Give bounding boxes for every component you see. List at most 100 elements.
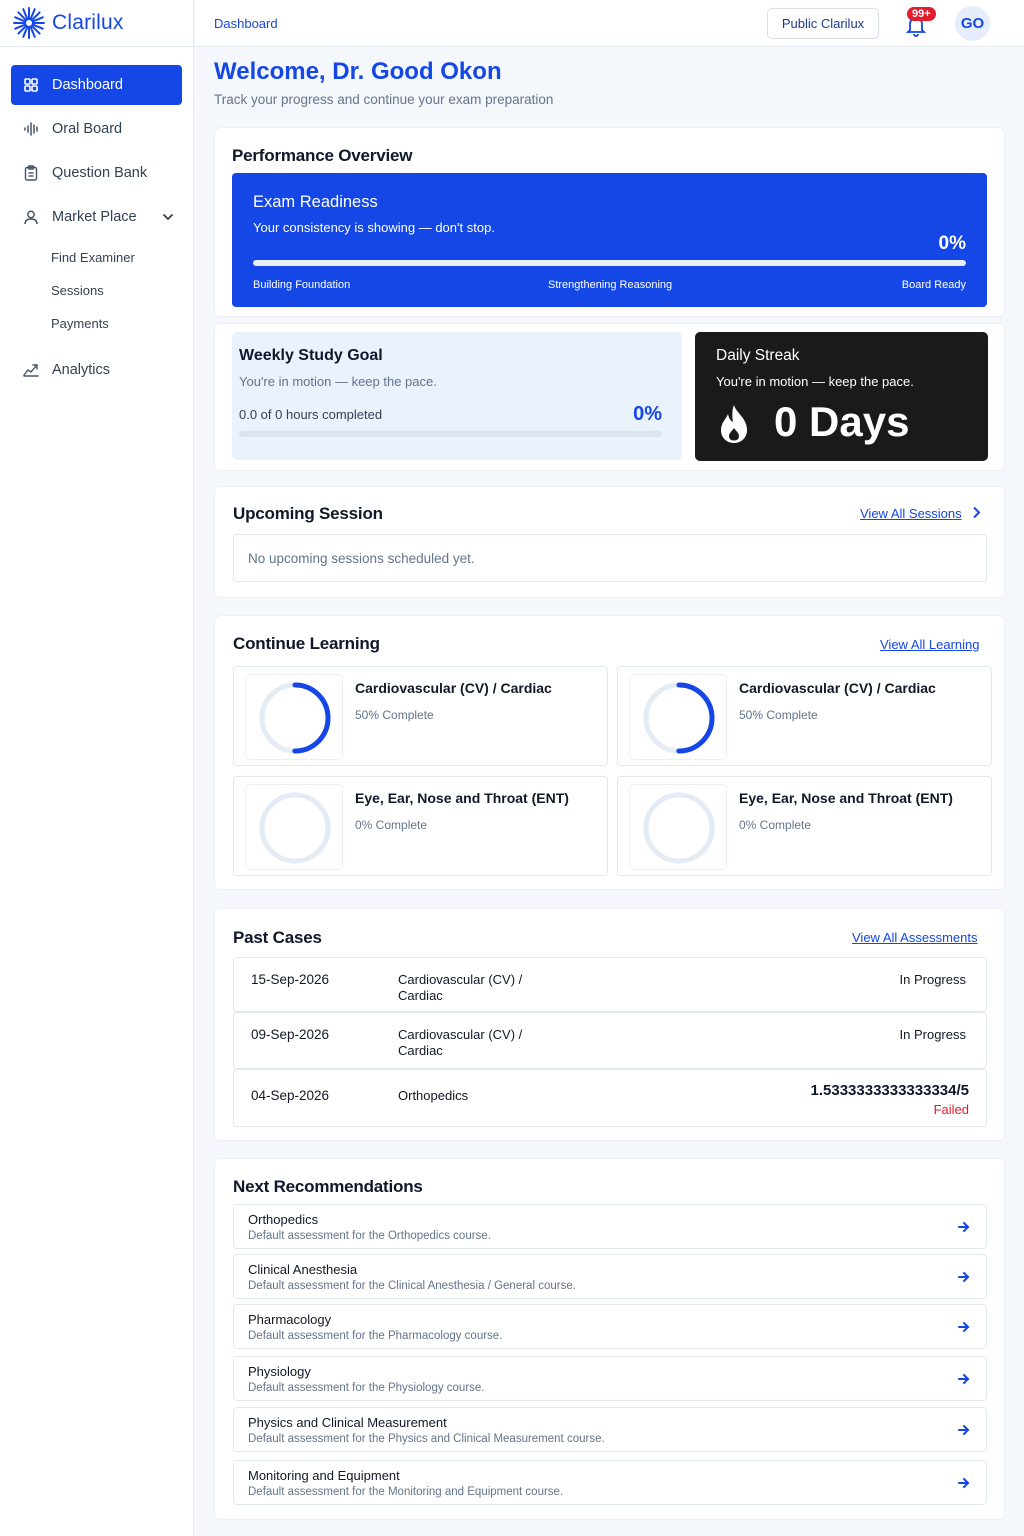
case-result-badge: Failed [933,1102,969,1117]
recommendation-description: Default assessment for the Orthopedics c… [248,1230,491,1242]
sidebar-item-label: Analytics [52,362,111,378]
course-card[interactable]: Eye, Ear, Nose and Throat (ENT) 0% Comple… [233,776,608,876]
arrow-right-icon[interactable] [957,1270,971,1284]
view-all-sessions-link[interactable]: View All Sessions [860,506,962,521]
chevron-down-icon[interactable] [162,209,174,225]
grid-icon [23,77,39,93]
course-progress-text: 0% Complete [355,818,428,832]
exam-readiness-panel: Exam Readiness Your consistency is showi… [232,173,987,307]
upcoming-session-empty: No upcoming sessions scheduled yet. [233,534,987,582]
case-date: 15-Sep-2026 [251,972,330,987]
avatar[interactable]: GO [955,6,990,41]
recommendation-description: Default assessment for the Monitoring an… [248,1486,564,1498]
sidebar-item-label: Oral Board [52,121,123,137]
waveform-icon [23,121,39,137]
daily-streak-panel: Daily Streak You're in motion — keep the… [695,332,988,461]
app-name: Clarilux [52,11,124,34]
past-cases-title: Past Cases [233,928,322,947]
recommendation-item[interactable]: Pharmacology Default assessment for the P… [233,1304,987,1349]
table-row[interactable]: 04-Sep-2026 Orthopedics 1.53333333333333… [233,1069,987,1127]
daily-streak-title: Daily Streak [716,347,800,364]
sidebar-item-dashboard[interactable]: Dashboard [11,65,182,105]
exam-readiness-title: Exam Readiness [253,193,378,211]
top-bar: Dashboard Public Clarilux 99+ GO [195,0,1024,47]
course-card[interactable]: Eye, Ear, Nose and Throat (ENT) 0% Comple… [617,776,992,876]
course-progress-ring [245,674,343,760]
course-progress-ring [629,784,727,870]
recommendation-item[interactable]: Monitoring and Equipment Default assessme… [233,1460,987,1505]
exam-readiness-percent: 0% [938,233,966,254]
sidebar-item-label: Question Bank [52,165,148,181]
sidebar-item-market-place[interactable]: Market Place [11,197,182,237]
logo[interactable]: Clarilux [0,0,193,47]
performance-overview-title: Performance Overview [232,146,413,165]
next-recommendations-title: Next Recommendations [233,1177,423,1196]
recommendation-item[interactable]: Orthopedics Default assessment for the Or… [233,1204,987,1249]
sidebar-item-oral-board[interactable]: Oral Board [11,109,182,149]
recommendation-description: Default assessment for the Physiology co… [248,1382,485,1394]
stage-label-building: Building Foundation [253,279,351,291]
weekly-goal-subtitle: You're in motion — keep the pace. [239,374,437,389]
weekly-goal-title: Weekly Study Goal [239,347,383,364]
breadcrumb[interactable]: Dashboard [214,16,278,31]
case-course: Orthopedics [398,1088,469,1103]
sidebar-item-question-bank[interactable]: Question Bank [11,153,182,193]
course-card[interactable]: Cardiovascular (CV) / Cardiac 50% Complet… [233,666,608,766]
course-name: Cardiovascular (CV) / Cardiac [355,680,552,696]
sidebar-item-label: Dashboard [52,77,123,93]
arrow-right-icon[interactable] [957,1320,971,1334]
weekly-goal-progress-bar [239,431,662,437]
recommendation-item[interactable]: Physics and Clinical Measurement Default … [233,1407,987,1452]
sidebar-item-analytics[interactable]: Analytics [11,350,182,390]
sunburst-logo-icon [13,7,45,39]
case-date: 09-Sep-2026 [251,1027,330,1042]
course-name: Eye, Ear, Nose and Throat (ENT) [355,790,569,806]
arrow-right-icon[interactable] [957,1372,971,1386]
recommendation-item[interactable]: Clinical Anesthesia Default assessment fo… [233,1254,987,1299]
sidebar-subitem-find-examiner[interactable]: Find Examiner [11,241,182,274]
exam-readiness-subtitle: Your consistency is showing — don't stop… [253,220,495,235]
case-status: In Progress [899,972,966,987]
recommendation-title: Physics and Clinical Measurement [248,1415,447,1430]
table-row[interactable]: 15-Sep-2026 Cardiovascular (CV) / Cardia… [233,957,987,1012]
case-course: Cardiovascular (CV) / Cardiac [398,1027,523,1058]
recommendation-title: Pharmacology [248,1312,332,1327]
chevron-right-icon[interactable] [972,506,981,524]
sidebar-nav: Dashboard Oral Board Question Bank Marke… [0,47,193,390]
user-icon [23,209,39,225]
stage-label-strengthening: Strengthening Reasoning [548,279,673,291]
stage-label-board-ready: Board Ready [901,279,966,291]
continue-learning-title: Continue Learning [233,634,380,653]
arrow-right-icon[interactable] [957,1220,971,1234]
sidebar-subitem-payments[interactable]: Payments [11,307,182,340]
table-row[interactable]: 09-Sep-2026 Cardiovascular (CV) / Cardia… [233,1012,987,1069]
arrow-right-icon[interactable] [957,1423,971,1437]
weekly-study-goal-panel: Weekly Study Goal You're in motion — kee… [232,332,682,460]
sidebar-subitem-sessions[interactable]: Sessions [11,274,182,307]
recommendation-item[interactable]: Physiology Default assessment for the Phy… [233,1356,987,1401]
recommendation-title: Monitoring and Equipment [248,1468,400,1483]
view-all-assessments-link[interactable]: View All Assessments [852,930,977,945]
flame-icon [721,405,747,443]
arrow-right-icon[interactable] [957,1476,971,1490]
daily-streak-subtitle: You're in motion — keep the pace. [716,374,914,389]
course-card[interactable]: Cardiovascular (CV) / Cardiac 50% Complet… [617,666,992,766]
course-name: Eye, Ear, Nose and Throat (ENT) [739,790,953,806]
view-all-learning-link[interactable]: View All Learning [880,637,980,652]
chart-line-icon [23,362,39,378]
case-score: 1.5333333333333334/5 [810,1082,970,1099]
recommendation-title: Clinical Anesthesia [248,1262,358,1277]
course-progress-text: 0% Complete [739,818,812,832]
sidebar-item-label: Market Place [52,209,137,225]
clipboard-icon [23,165,39,181]
sidebar: Clarilux Dashboard Oral Board Question B… [0,0,194,1536]
course-progress-ring [629,674,727,760]
exam-readiness-progress-bar [253,260,966,266]
daily-streak-days: 0 Days [774,398,910,445]
upcoming-session-title: Upcoming Session [233,504,383,523]
recommendation-title: Physiology [248,1364,311,1379]
course-progress-ring [245,784,343,870]
recommendation-description: Default assessment for the Pharmacology … [248,1330,503,1342]
course-name: Cardiovascular (CV) / Cardiac [739,680,936,696]
public-clarilux-button[interactable]: Public Clarilux [767,8,879,39]
